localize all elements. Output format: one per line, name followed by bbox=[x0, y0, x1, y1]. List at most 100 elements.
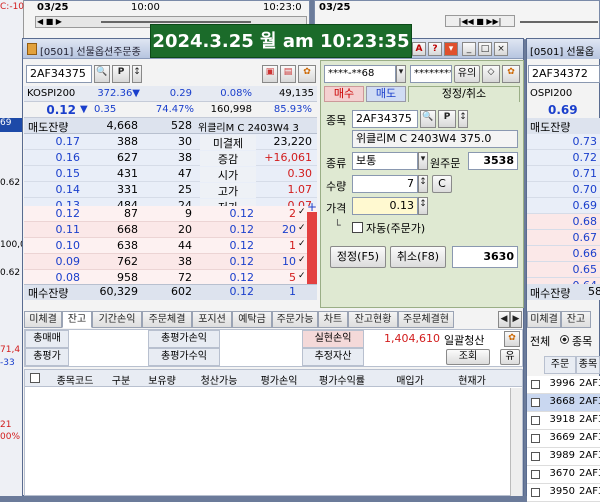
my-order-cancel-icon[interactable]: ✓ bbox=[298, 207, 306, 217]
tab-scroll-left-icon[interactable]: ◀ bbox=[498, 311, 510, 328]
ask-row[interactable]: 0.14 331 25 고가 1.07 bbox=[24, 182, 317, 199]
qty-input[interactable]: 7 bbox=[352, 175, 418, 193]
right-order-row[interactable]: 3669 2AF3 bbox=[527, 430, 600, 448]
right-order-checkbox[interactable] bbox=[531, 470, 540, 479]
ask-row[interactable]: 0.17 388 30 미결제 23,220 bbox=[24, 134, 317, 151]
maximize-icon[interactable]: □ bbox=[478, 42, 492, 56]
right-order-row[interactable]: 3950 2AF3 bbox=[527, 484, 600, 502]
order-type-dropdown[interactable]: ▾ bbox=[418, 152, 428, 170]
right-price-row[interactable]: 0.68 bbox=[527, 214, 600, 230]
right-order-row[interactable]: 3918 2AF3 bbox=[527, 412, 600, 430]
right-radio-icon[interactable] bbox=[560, 335, 569, 344]
bg-media-controls-right[interactable]: |◀◀ ■ ▶▶| bbox=[445, 15, 515, 27]
help-icon[interactable]: ? bbox=[428, 42, 442, 56]
orderbook-plus-icon[interactable]: + bbox=[307, 200, 317, 214]
order-code-spin[interactable]: ↕ bbox=[458, 110, 468, 128]
title-btn-a[interactable]: A bbox=[412, 42, 426, 56]
bg-media-controls[interactable]: ◀ ■ ▶ bbox=[37, 17, 77, 27]
code-search-icon[interactable]: 🔍 bbox=[94, 65, 110, 83]
right-order-row[interactable]: 3670 2AF3 bbox=[527, 466, 600, 484]
order-gear-icon[interactable]: ✿ bbox=[502, 65, 520, 83]
right-price-row[interactable]: 0.72 bbox=[527, 150, 600, 166]
holdings-col-header[interactable]: 평가손익 bbox=[250, 372, 308, 387]
holdings-col-header[interactable]: 현재가 bbox=[446, 372, 498, 387]
right-tab-balance[interactable]: 잔고 bbox=[561, 311, 591, 328]
holdings-table-body[interactable] bbox=[24, 387, 523, 496]
tab-buy[interactable]: 매수 bbox=[324, 86, 364, 102]
my-order-cancel-icon[interactable]: ✓ bbox=[298, 255, 306, 265]
yu-button[interactable]: 유 bbox=[500, 349, 520, 365]
account-mask-2[interactable]: ******** bbox=[410, 65, 452, 83]
tab-sell[interactable]: 매도 bbox=[366, 86, 406, 102]
right-price-row[interactable]: 0.70 bbox=[527, 182, 600, 198]
holdings-scrollbar[interactable] bbox=[510, 388, 522, 496]
settings-gear-icon[interactable]: ✿ bbox=[298, 65, 316, 83]
holdings-col-header[interactable]: 보유량 bbox=[136, 372, 188, 387]
toolbar-icon-doc[interactable]: ▣ bbox=[262, 65, 278, 83]
tab-modify-cancel[interactable]: 정정/취소 bbox=[408, 86, 520, 102]
right-order-checkbox[interactable] bbox=[531, 398, 540, 407]
title-btn-red[interactable]: ▾ bbox=[444, 42, 458, 56]
modify-button[interactable]: 정정(F5) bbox=[330, 246, 386, 268]
qty-c-button[interactable]: C bbox=[432, 175, 452, 193]
code-spin-button[interactable]: ↕ bbox=[132, 65, 142, 83]
bottom-tab[interactable]: 잔고현황 bbox=[348, 311, 398, 328]
right-jong-label[interactable]: 종목 bbox=[572, 333, 592, 349]
right-code-input[interactable]: 2AF34372 bbox=[528, 65, 600, 83]
minimize-icon[interactable]: _ bbox=[462, 42, 476, 56]
ask-row[interactable]: 0.15 431 47 시가 0.30 bbox=[24, 166, 317, 183]
bottom-tab[interactable]: 주문체결현 bbox=[398, 311, 454, 328]
bottom-tab[interactable]: 기간손익 bbox=[92, 311, 142, 328]
right-order-checkbox[interactable] bbox=[531, 434, 540, 443]
orig-order-value[interactable]: 3538 bbox=[468, 152, 518, 170]
right-all-label[interactable]: 전체 bbox=[530, 333, 550, 349]
right-price-row[interactable]: 0.69 bbox=[527, 198, 600, 214]
bg-slider-track[interactable] bbox=[101, 21, 251, 23]
eraser-icon[interactable]: ◇ bbox=[482, 65, 500, 83]
right-order-checkbox[interactable] bbox=[531, 416, 540, 425]
order-price-stepper[interactable]: ↕ bbox=[418, 197, 428, 215]
right-price-row[interactable]: 0.71 bbox=[527, 166, 600, 182]
cancel-button[interactable]: 취소(F8) bbox=[390, 246, 446, 268]
holdings-col-header[interactable]: 청산가능 bbox=[190, 372, 248, 387]
order-code-search-icon[interactable]: 🔍 bbox=[420, 110, 436, 128]
summary-gear-icon[interactable]: ✿ bbox=[504, 331, 520, 347]
bid-row[interactable]: 0.10 638 44 0.12 1 ✓ bbox=[24, 238, 317, 254]
bottom-tab[interactable]: 차트 bbox=[318, 311, 348, 328]
toolbar-icon-save[interactable]: ▤ bbox=[280, 65, 296, 83]
bottom-tab[interactable]: 예탁금 bbox=[232, 311, 272, 328]
holdings-col-header[interactable]: 구분 bbox=[106, 372, 136, 387]
main-code-input[interactable]: 2AF34375 bbox=[26, 65, 92, 83]
holdings-col-header[interactable]: 평가수익률 bbox=[308, 372, 376, 387]
bottom-tab[interactable]: 잔고 bbox=[62, 311, 92, 328]
right-order-row[interactable]: 3668 2AF3 bbox=[527, 394, 600, 412]
tab-scroll-right-icon[interactable]: ▶ bbox=[510, 311, 522, 328]
account-dropdown[interactable]: ▾ bbox=[396, 65, 406, 83]
bid-row[interactable]: 0.11 668 20 0.12 20 ✓ bbox=[24, 222, 317, 238]
right-order-row[interactable]: 3996 2AF3 bbox=[527, 376, 600, 394]
right-price-row[interactable]: 0.73 bbox=[527, 134, 600, 150]
order-code-input[interactable]: 2AF34375 bbox=[352, 110, 418, 128]
bid-row[interactable]: 0.09 762 38 0.12 10 ✓ bbox=[24, 254, 317, 270]
right-order-row[interactable]: 3989 2AF3 bbox=[527, 448, 600, 466]
ask-row[interactable]: 0.16 627 38 증감 +16,061 bbox=[24, 150, 317, 167]
qty-stepper[interactable]: ↕ bbox=[418, 175, 428, 193]
my-order-cancel-icon[interactable]: ✓ bbox=[298, 223, 306, 233]
query-button[interactable]: 조회 bbox=[446, 349, 490, 365]
bid-row[interactable]: 0.12 87 9 0.12 2 ✓ bbox=[24, 206, 317, 222]
right-tab-unfilled[interactable]: 미체결 bbox=[527, 311, 561, 328]
right-order-checkbox[interactable] bbox=[531, 380, 540, 389]
bottom-tab[interactable]: 주문가능 bbox=[272, 311, 318, 328]
bottom-tab[interactable]: 미체결 bbox=[24, 311, 62, 328]
code-p-button[interactable]: P bbox=[112, 65, 130, 83]
right-order-checkbox[interactable] bbox=[531, 452, 540, 461]
right-price-row[interactable]: 0.67 bbox=[527, 230, 600, 246]
holdings-select-all-checkbox[interactable] bbox=[30, 373, 40, 383]
daily-settle-label[interactable]: 일괄청산 bbox=[444, 332, 484, 348]
my-order-cancel-icon[interactable]: ✓ bbox=[298, 239, 306, 249]
my-order-cancel-icon[interactable]: ✓ bbox=[298, 271, 306, 281]
right-price-row[interactable]: 0.65 bbox=[527, 262, 600, 278]
bottom-tab[interactable]: 포지션 bbox=[192, 311, 232, 328]
order-price-input[interactable]: 0.13 bbox=[352, 197, 418, 215]
close-icon[interactable]: × bbox=[494, 42, 508, 56]
